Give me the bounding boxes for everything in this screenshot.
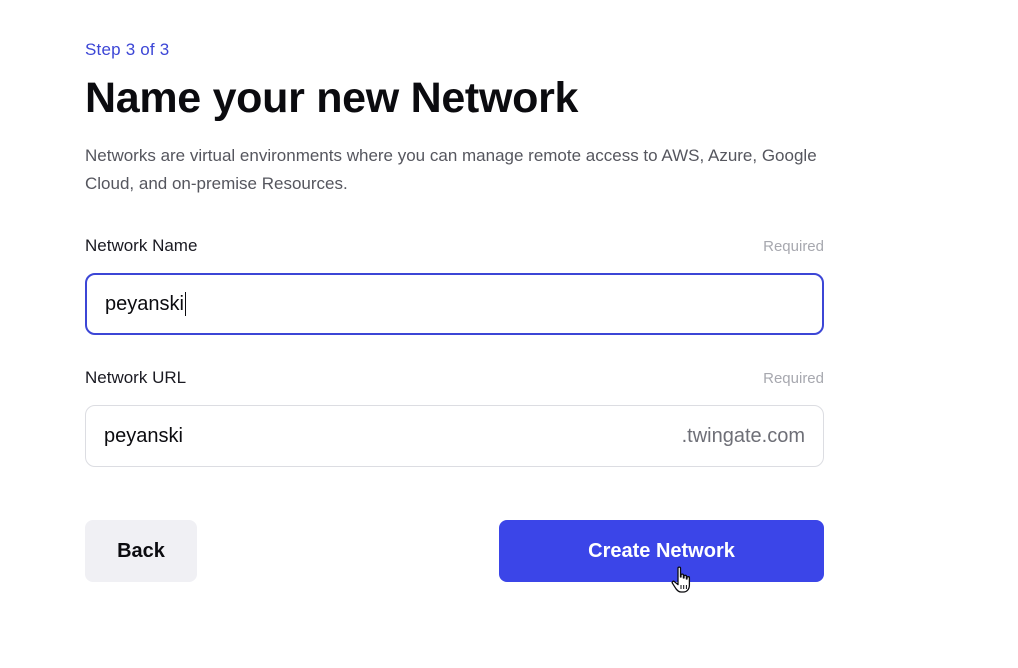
network-url-label: Network URL [85,368,187,387]
network-url-value: peyanski [104,424,183,447]
network-url-input[interactable]: peyanski .twingate.com [85,405,824,467]
network-name-label: Network Name [85,236,198,255]
network-name-required: Required [763,238,824,255]
back-button[interactable]: Back [85,520,197,582]
page-description: Networks are virtual environments where … [85,146,817,193]
network-url-required: Required [763,370,824,387]
create-network-page: Step 3 of 3 Name your new Network Networ… [0,0,1018,668]
text-caret [184,292,186,316]
step-indicator: Step 3 of 3 [85,40,170,59]
network-name-value: peyanski [105,292,184,315]
hand-pointer-icon [671,566,691,593]
create-network-button[interactable]: Create Network [499,520,824,582]
network-url-suffix: .twingate.com [681,424,805,447]
page-title: Name your new Network [85,74,579,122]
network-name-input[interactable]: peyanski [85,273,824,335]
